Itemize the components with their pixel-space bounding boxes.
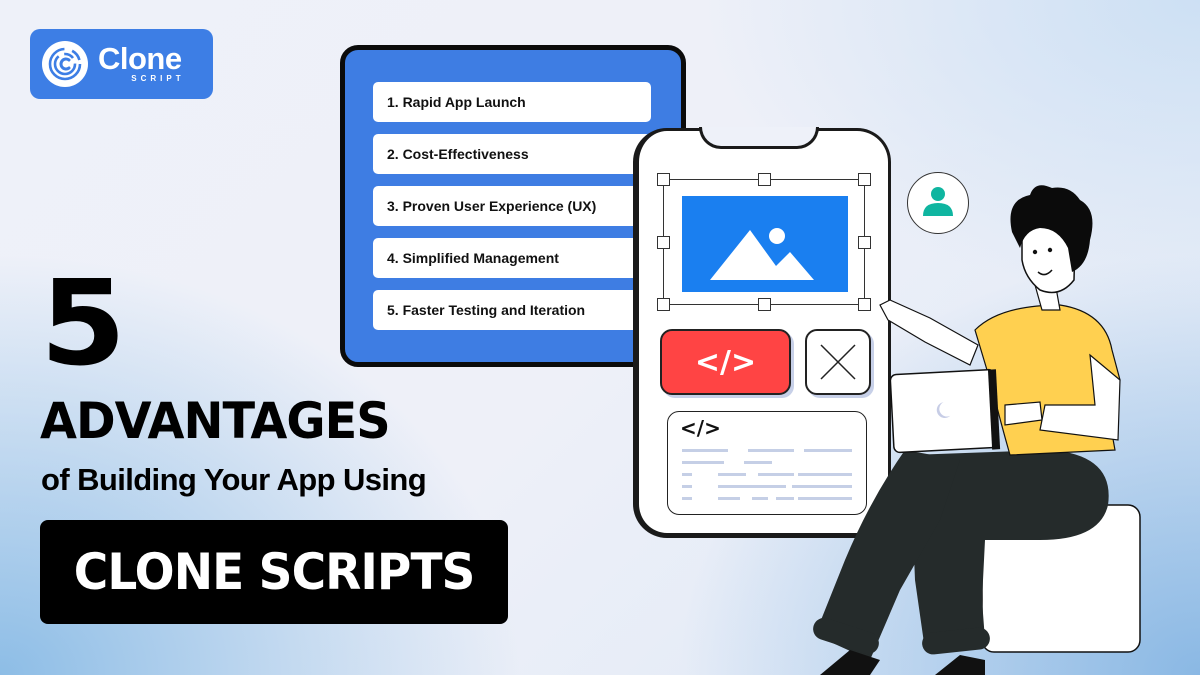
code-line — [682, 449, 728, 452]
code-tag: </> — [680, 416, 721, 440]
resize-handle[interactable] — [858, 298, 871, 311]
code-line — [682, 473, 692, 476]
pointing-arm — [879, 299, 979, 366]
resize-handle[interactable] — [858, 236, 871, 249]
trouser-cuff — [813, 617, 879, 655]
laptop — [889, 368, 1001, 454]
resize-handle[interactable] — [657, 236, 670, 249]
user-avatar-icon — [907, 172, 969, 234]
code-line — [798, 497, 852, 500]
image-placeholder-icon — [682, 196, 848, 292]
code-line — [792, 485, 852, 488]
code-line — [718, 497, 740, 500]
shirt — [974, 304, 1121, 456]
code-line — [744, 461, 772, 464]
hair — [1010, 185, 1093, 272]
clone-script-logo-icon — [42, 41, 88, 87]
advantage-item: 4. Simplified Management — [373, 238, 651, 278]
code-line — [752, 497, 768, 500]
trouser-cuff — [922, 627, 990, 655]
trousers-back — [910, 450, 1109, 650]
code-line — [682, 485, 692, 488]
headline-highlight-box: CLONE SCRIPTS — [40, 520, 508, 624]
headline-highlight: CLONE SCRIPTS — [73, 543, 476, 601]
code-line — [682, 497, 692, 500]
advantage-item: 3. Proven User Experience (UX) — [373, 186, 651, 226]
resize-handle[interactable] — [657, 173, 670, 186]
code-line — [718, 485, 786, 488]
resize-handle[interactable] — [758, 173, 771, 186]
phone-mockup: </> </> — [633, 127, 891, 538]
advantage-item: 1. Rapid App Launch — [373, 82, 651, 122]
code-line — [758, 473, 794, 476]
resize-handle[interactable] — [758, 298, 771, 311]
head — [1021, 211, 1076, 294]
code-line — [682, 461, 724, 464]
close-x-icon — [820, 344, 856, 380]
resize-handle[interactable] — [657, 298, 670, 311]
headline-number: 5 — [40, 254, 127, 392]
code-line — [776, 497, 794, 500]
stool — [981, 504, 1141, 653]
brand-subname: SCRIPT — [131, 74, 185, 83]
headline-title: ADVANTAGES — [40, 392, 391, 450]
advantage-item: 2. Cost-Effectiveness — [373, 134, 651, 174]
advantage-item: 5. Faster Testing and Iteration — [373, 290, 651, 330]
code-button-label: </> — [694, 344, 757, 380]
shoe — [935, 655, 985, 675]
code-line — [804, 449, 852, 452]
code-line — [718, 473, 746, 476]
headline-subtitle: of Building Your App Using — [41, 462, 427, 497]
code-snippet-card: </> — [667, 411, 867, 515]
code-line — [798, 473, 852, 476]
code-button[interactable]: </> — [660, 329, 791, 395]
close-button[interactable] — [805, 329, 871, 395]
selection-frame[interactable] — [657, 173, 871, 311]
resize-handle[interactable] — [858, 173, 871, 186]
code-line — [748, 449, 794, 452]
brand-logo[interactable]: Clone SCRIPT — [30, 29, 213, 99]
phone-notch — [699, 127, 819, 149]
brand-name: Clone — [98, 41, 182, 76]
shoe — [820, 650, 880, 675]
